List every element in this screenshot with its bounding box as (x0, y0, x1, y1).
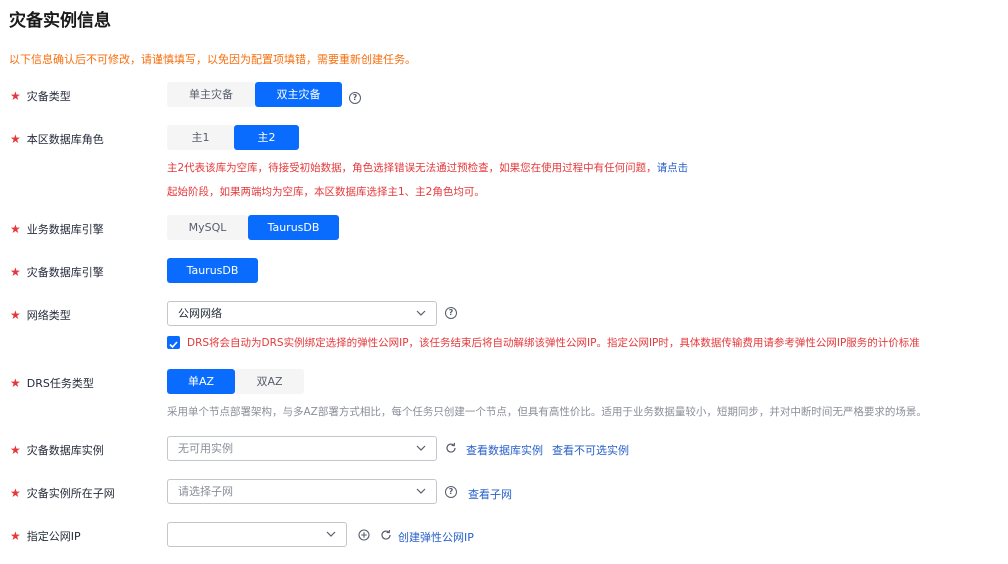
dr-type-option-single[interactable]: 单主灾备 (167, 82, 255, 107)
page-title: 灾备实例信息 (9, 11, 111, 31)
help-icon[interactable]: ? (445, 486, 457, 498)
local-role-option-2[interactable]: 主2 (234, 125, 299, 150)
engine-option-taurusdb[interactable]: TaurusDB (248, 215, 339, 240)
network-type-select[interactable]: 公网网络 (167, 301, 437, 326)
task-type-option-single-az[interactable]: 单AZ (167, 369, 235, 394)
business-engine-selector: MySQL TaurusDB (167, 215, 339, 240)
create-eip-link[interactable]: 创建弹性公网IP (398, 529, 474, 545)
refresh-icon[interactable] (380, 529, 392, 541)
public-ip-select[interactable] (167, 522, 347, 547)
view-unselectable-instance-link[interactable]: 查看不可选实例 (552, 442, 629, 458)
dr-instance-label: ★ 灾备数据库实例 (10, 443, 104, 457)
required-mark: ★ (10, 132, 21, 146)
required-mark: ★ (10, 265, 21, 279)
view-db-instance-link[interactable]: 查看数据库实例 (466, 442, 543, 458)
dr-type-label: ★ 灾备类型 (10, 89, 71, 103)
chevron-down-icon (326, 531, 336, 537)
view-subnet-link[interactable]: 查看子网 (468, 486, 512, 502)
dr-subnet-label: ★ 灾备实例所在子网 (10, 486, 115, 500)
check-icon (169, 341, 178, 349)
dr-engine-label: ★ 灾备数据库引擎 (10, 265, 104, 279)
chevron-down-icon (416, 310, 426, 316)
required-mark: ★ (10, 486, 21, 500)
help-icon[interactable]: ? (349, 92, 361, 104)
dr-subnet-select[interactable]: 请选择子网 (167, 479, 437, 504)
click-here-link[interactable]: 请点击 (657, 162, 689, 174)
required-mark: ★ (10, 222, 21, 236)
local-role-hint-2: 起始阶段，如果两端均为空库，本区数据库选择主1、主2角色均可。 (167, 186, 485, 198)
engine-option-mysql[interactable]: MySQL (167, 215, 248, 240)
drs-task-type-hint: 采用单个节点部署架构，与多AZ部署方式相比，每个任务只创建一个节点，但具有高性价… (167, 406, 927, 418)
required-mark: ★ (10, 89, 21, 103)
network-type-label: ★ 网络类型 (10, 308, 71, 322)
business-engine-label: ★ 业务数据库引擎 (10, 222, 104, 236)
local-role-option-1[interactable]: 主1 (167, 125, 234, 150)
dr-instance-select[interactable]: 无可用实例 (167, 436, 437, 461)
required-mark: ★ (10, 308, 21, 322)
local-role-label: ★ 本区数据库角色 (10, 132, 104, 146)
dr-engine-option-taurusdb[interactable]: TaurusDB (167, 258, 258, 283)
task-type-option-dual-az[interactable]: 双AZ (235, 369, 304, 394)
drs-task-type-label: ★ DRS任务类型 (10, 376, 94, 390)
warning-notice: 以下信息确认后不可修改，请谨慎填写，以免因为配置项填错，需要重新创建任务。 (9, 53, 416, 66)
drs-task-type-selector: 单AZ 双AZ (167, 369, 304, 394)
local-role-hint: 主2代表该库为空库，待接受初始数据，角色选择错误无法通过预检查，如果您在使用过程… (167, 162, 689, 174)
auto-bind-eip-text: DRS将会自动为DRS实例绑定选择的弹性公网IP，该任务结束后将自动解绑该弹性公… (187, 337, 920, 349)
required-mark: ★ (10, 443, 21, 457)
auto-bind-eip-checkbox[interactable] (167, 336, 180, 349)
help-icon[interactable]: ? (445, 307, 457, 319)
required-mark: ★ (10, 529, 21, 543)
dr-type-selector: 单主灾备 双主灾备 (167, 82, 342, 107)
refresh-icon[interactable] (445, 442, 457, 454)
chevron-down-icon (416, 445, 426, 451)
dr-engine-selector: TaurusDB (167, 258, 258, 283)
required-mark: ★ (10, 376, 21, 390)
add-circle-icon[interactable] (358, 529, 370, 541)
dr-type-option-dual[interactable]: 双主灾备 (255, 82, 342, 107)
chevron-down-icon (416, 488, 426, 494)
local-role-selector: 主1 主2 (167, 125, 299, 150)
public-ip-label: ★ 指定公网IP (10, 529, 81, 543)
